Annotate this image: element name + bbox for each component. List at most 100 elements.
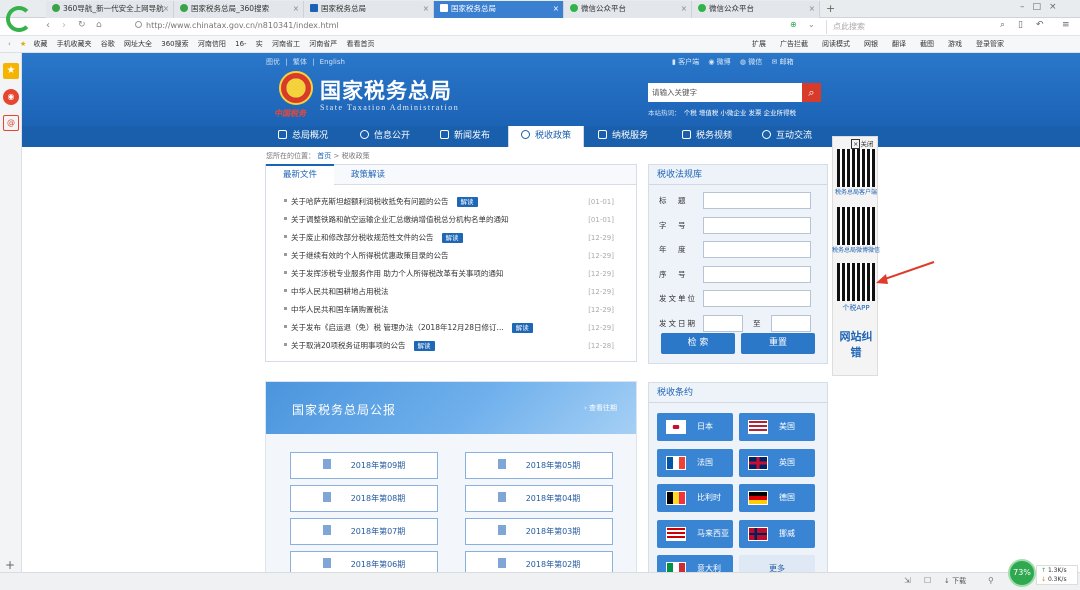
treaty-country-button[interactable]: 日本	[657, 413, 733, 441]
tab-close-icon[interactable]: ×	[423, 1, 429, 17]
bookmark-item[interactable]: 河南省工	[272, 40, 300, 48]
toolbar-item[interactable]: 登录管家	[976, 40, 1004, 48]
status-icon[interactable]: ⇲	[904, 576, 911, 585]
toolbar-item[interactable]: 截图	[920, 40, 934, 48]
tab-close-icon[interactable]: ×	[163, 1, 169, 17]
refresh-icon[interactable]: ↻	[78, 20, 86, 30]
news-title[interactable]: 关于继续有效的个人所得税优惠政策目录的公告	[291, 251, 449, 260]
gazette-issue[interactable]: 2018年第06期	[290, 551, 438, 572]
news-item[interactable]: 关于继续有效的个人所得税优惠政策目录的公告	[284, 249, 449, 263]
news-title[interactable]: 中华人民共和国车辆购置税法	[291, 305, 389, 314]
law-field-input[interactable]	[703, 216, 811, 234]
nav-item-overview[interactable]: 总局概况	[278, 126, 328, 147]
news-title[interactable]: 关于发布《启运退（免）税 管理办法（2018年12月28日修订...	[291, 323, 504, 332]
tab-close-icon[interactable]: ×	[681, 1, 687, 17]
top-link[interactable]: English	[320, 58, 345, 66]
tab-interpretation[interactable]: 政策解读	[334, 165, 402, 185]
gazette-more-link[interactable]: › 查看往期	[584, 403, 617, 413]
browser-tab[interactable]: 国家税务总局 ×	[304, 1, 434, 18]
news-item[interactable]: 关于废止和修改部分税收规范性文件的公告 解读	[284, 231, 463, 245]
date-to-input[interactable]	[771, 314, 811, 332]
law-search-button[interactable]: 检 索	[661, 333, 735, 354]
news-item[interactable]: 关于发布《启运退（免）税 管理办法（2018年12月28日修订... 解读	[284, 321, 533, 335]
news-title[interactable]: 关于发挥涉税专业服务作用 助力个人所得税改革有关事项的通知	[291, 269, 503, 278]
bookmark-item[interactable]: 看看首页	[346, 40, 374, 48]
bookmark-item[interactable]: 16-	[235, 40, 246, 48]
status-icon[interactable]: ⚲	[988, 576, 994, 585]
news-item[interactable]: 中华人民共和国耕地占用税法	[284, 285, 389, 299]
law-reset-button[interactable]: 重置	[741, 333, 815, 354]
gazette-issue[interactable]: 2018年第03期	[465, 518, 613, 545]
news-title[interactable]: 关于调整铁路和航空运输企业汇总缴纳增值税总分机构名单的通知	[291, 215, 509, 224]
site-search-input[interactable]: 请输入关键字	[648, 83, 804, 102]
bookmark-item[interactable]: 360搜索	[161, 40, 188, 48]
security-icon[interactable]: ⊕	[790, 20, 797, 29]
gazette-issue[interactable]: 2018年第07期	[290, 518, 438, 545]
window-controls[interactable]: –□×	[1020, 2, 1065, 12]
forward-icon[interactable]: ›	[62, 20, 66, 31]
interpretation-badge[interactable]: 解读	[456, 197, 478, 207]
treaty-country-button[interactable]: 意大利	[657, 555, 733, 572]
news-item[interactable]: 关于发挥涉税专业服务作用 助力个人所得税改革有关事项的通知	[284, 267, 503, 281]
breadcrumb-home[interactable]: 首页	[317, 152, 331, 160]
browser-tab[interactable]: 360导航_新一代安全上网导航 ×	[46, 1, 174, 18]
nav-item-interaction[interactable]: 互动交流	[762, 126, 812, 147]
treaty-country-button[interactable]: 英国	[739, 448, 815, 477]
mobile-icon[interactable]: ▯	[1018, 20, 1023, 30]
toolbar-extensions[interactable]: 扩展 广告拦截 阅读模式 网银 翻译 截图 游戏 登录管家	[752, 36, 1011, 52]
news-title[interactable]: 中华人民共和国耕地占用税法	[291, 287, 389, 296]
hot-words-list[interactable]: 个税 增值税 小微企业 发票 企业所得税	[684, 109, 796, 117]
toolbar-item[interactable]: 翻译	[892, 40, 906, 48]
back-icon[interactable]: ‹	[46, 20, 50, 31]
nav-item-disclosure[interactable]: 信息公开	[360, 126, 410, 147]
nav-item-policy[interactable]: 税收政策	[508, 126, 585, 147]
menu-icon[interactable]: ≡	[1062, 20, 1070, 30]
news-item[interactable]: 中华人民共和国车辆购置税法	[284, 303, 389, 317]
law-field-input[interactable]	[703, 290, 811, 307]
tab-close-icon[interactable]: ×	[293, 1, 299, 17]
interpretation-badge[interactable]: 解读	[441, 233, 463, 243]
search-icon[interactable]: ⌕	[1000, 20, 1005, 30]
interpretation-badge[interactable]: 解读	[413, 341, 435, 351]
news-title[interactable]: 关于取消20项税务证明事项的公告	[291, 341, 406, 350]
site-info-icon[interactable]	[135, 21, 142, 28]
nav-item-news[interactable]: 新闻发布	[440, 126, 490, 147]
new-tab-button[interactable]: +	[826, 2, 835, 15]
treaty-country-button[interactable]: 美国	[739, 413, 815, 441]
gazette-issue[interactable]: 2018年第05期	[465, 452, 613, 479]
gazette-issue[interactable]: 2018年第08期	[290, 485, 438, 512]
law-field-input[interactable]	[703, 241, 811, 258]
bookmark-item[interactable]: 收藏	[33, 40, 47, 48]
site-search-button[interactable]: ⌕	[802, 83, 821, 102]
favorites-icon[interactable]: ★	[3, 63, 19, 79]
browser-tab[interactable]: 微信公众平台 ×	[692, 1, 820, 18]
browser-tab[interactable]: 微信公众平台 ×	[564, 1, 692, 18]
news-item[interactable]: 关于调整铁路和航空运输企业汇总缴纳增值税总分机构名单的通知	[284, 213, 509, 227]
bookmark-item[interactable]: 实	[256, 40, 263, 48]
url-input[interactable]: http://www.chinatax.gov.cn/n810341/index…	[146, 21, 339, 30]
tab-close-icon[interactable]: ×	[809, 1, 815, 17]
gazette-issue[interactable]: 2018年第09期	[290, 452, 438, 479]
undo-icon[interactable]: ↶	[1036, 20, 1044, 30]
treaty-country-button[interactable]: 挪威	[739, 519, 815, 548]
dropdown-icon[interactable]: ⌄	[808, 20, 815, 29]
browser-tab[interactable]: 国家税务总局_360搜索 ×	[174, 1, 304, 18]
news-item[interactable]: 关于哈萨克斯坦超额利润税收抵免有问题的公告 解读	[284, 195, 478, 209]
top-link[interactable]: 图优	[266, 58, 280, 66]
browser-tab-active[interactable]: 国家税务总局 ×	[434, 1, 564, 18]
bookmark-item[interactable]: 河南信阳	[198, 40, 226, 48]
sidebar-add-icon[interactable]: +	[5, 558, 15, 572]
law-field-input[interactable]	[703, 192, 811, 209]
site-error-report[interactable]: 网站纠错	[839, 329, 873, 361]
weibo-icon[interactable]: ◉	[3, 89, 19, 105]
nav-item-video[interactable]: 税务视频	[682, 126, 732, 147]
gazette-issue[interactable]: 2018年第04期	[465, 485, 613, 512]
quick-link[interactable]: 邮箱	[780, 58, 794, 66]
home-icon[interactable]: ⌂	[96, 20, 102, 30]
date-from-input[interactable]	[703, 314, 743, 332]
news-title[interactable]: 关于哈萨克斯坦超额利润税收抵免有问题的公告	[291, 197, 449, 206]
email-icon[interactable]: @	[3, 115, 19, 131]
tab-latest[interactable]: 最新文件	[266, 164, 334, 185]
browser-search-input[interactable]: 点此搜索	[826, 20, 996, 34]
tab-close-icon[interactable]: ×	[553, 1, 559, 17]
